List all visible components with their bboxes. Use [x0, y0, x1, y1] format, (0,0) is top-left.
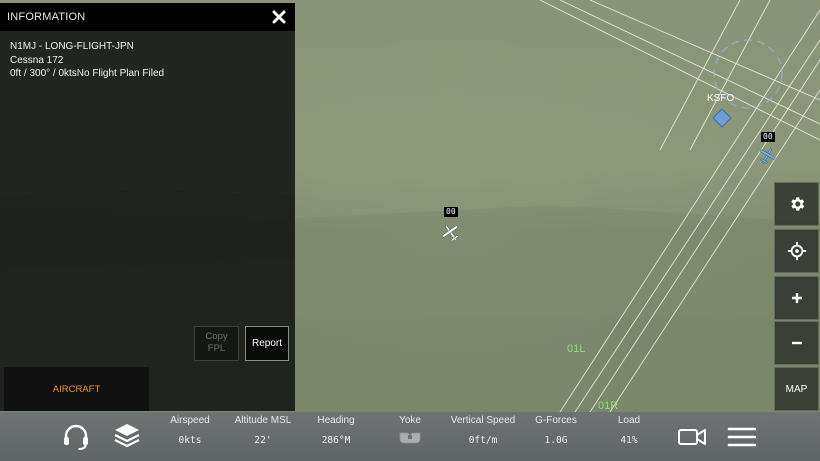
- aircraft-type-text: Cessna 172: [10, 54, 64, 66]
- aircraft-tab-label: AIRCRAFT: [52, 383, 101, 395]
- report-label: Report: [251, 338, 282, 349]
- panel-title: INFORMATION: [7, 11, 86, 23]
- runway-label: 01L: [567, 343, 586, 355]
- stat-label: Yoke: [399, 415, 421, 426]
- copy-fpl-button[interactable]: Copy FPL: [194, 326, 239, 361]
- layers-icon: [114, 424, 140, 448]
- copy-fpl-label-1: Copy: [205, 331, 228, 342]
- map-button[interactable]: MAP: [774, 367, 819, 411]
- report-button[interactable]: Report: [245, 326, 289, 361]
- panel-header: INFORMATION: [0, 3, 295, 31]
- stat-label: Altitude MSL: [234, 415, 292, 426]
- airport-label[interactable]: KSFO: [707, 93, 734, 104]
- zoom-in-button[interactable]: [774, 276, 819, 320]
- callsign-text: N1MJ - LONG-FLIGHT-JPN: [10, 41, 134, 52]
- runway-label: 01R: [598, 400, 619, 412]
- stat-g-forces: G-Forces 1.0G: [530, 415, 582, 446]
- stat-label: Load: [617, 415, 641, 426]
- stat-value: 0ft/m: [468, 435, 498, 446]
- aircraft-tag: 00: [761, 132, 775, 142]
- tab-aircraft[interactable]: AIRCRAFT: [4, 367, 149, 411]
- stat-label: Heading: [317, 415, 355, 426]
- stat-yoke: Yoke: [385, 415, 435, 450]
- stat-label: Vertical Speed: [450, 415, 516, 426]
- stat-altitude: Altitude MSL 22': [228, 415, 298, 446]
- stat-load: Load 41%: [608, 415, 650, 446]
- copy-fpl-label-2: FPL: [207, 343, 226, 354]
- recenter-button[interactable]: [774, 229, 819, 273]
- stat-value: 22': [254, 435, 272, 446]
- settings-button[interactable]: [774, 182, 819, 226]
- stat-value: 286°M: [321, 435, 351, 446]
- video-camera-icon: [678, 429, 706, 445]
- map-button-label: MAP: [785, 383, 808, 395]
- self-aircraft-icon[interactable]: [440, 222, 462, 244]
- hamburger-menu-icon: [727, 427, 757, 447]
- stat-value: 0kts: [178, 435, 202, 446]
- flight-info: N1MJ - LONG-FLIGHT-JPN Cessna 172 0ft / …: [0, 31, 295, 90]
- camera-button[interactable]: [677, 426, 707, 448]
- stat-airspeed: Airspeed 0kts: [160, 415, 220, 446]
- flight-status-text: 0ft / 300° / 0ktsNo Flight Plan Filed: [10, 68, 165, 79]
- airport-marker-icon: [712, 108, 732, 128]
- stat-vertical-speed: Vertical Speed 0ft/m: [446, 415, 520, 446]
- close-icon: [272, 10, 286, 24]
- headset-icon: [64, 424, 88, 450]
- stat-label: Airspeed: [170, 415, 210, 426]
- crosshair-icon: [787, 241, 806, 261]
- stat-heading: Heading 286°M: [306, 415, 366, 446]
- gear-icon: [790, 197, 804, 211]
- information-panel: INFORMATION N1MJ - LONG-FLIGHT-JPN Cessn…: [0, 3, 295, 411]
- plus-icon: [791, 293, 802, 303]
- atc-button[interactable]: [61, 421, 91, 451]
- minus-icon: [791, 341, 802, 345]
- menu-button[interactable]: [727, 426, 757, 448]
- zoom-out-button[interactable]: [774, 321, 819, 365]
- bottom-bar: Airspeed 0kts Altitude MSL 22' Heading 2…: [0, 412, 820, 461]
- stat-value: 1.0G: [544, 435, 568, 446]
- yoke-icon: [399, 432, 421, 444]
- layers-button[interactable]: [112, 420, 142, 450]
- traffic-aircraft-icon[interactable]: [757, 146, 777, 166]
- close-button[interactable]: [270, 8, 288, 26]
- stat-value: 41%: [620, 435, 638, 446]
- aircraft-tag: 00: [444, 207, 458, 217]
- stat-label: G-Forces: [535, 415, 577, 426]
